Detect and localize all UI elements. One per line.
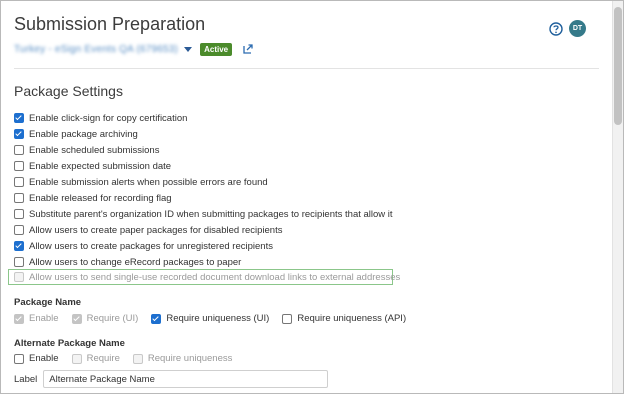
alternate-package-name-options: Enable Require Require uniqueness xyxy=(14,353,245,364)
alternate-enable[interactable]: Enable xyxy=(14,353,59,364)
checkbox[interactable] xyxy=(14,209,24,219)
option-download-links-highlighted: Allow users to send single-use recorded … xyxy=(8,269,400,285)
checkbox[interactable] xyxy=(14,353,24,364)
alternate-label-input[interactable] xyxy=(43,370,329,388)
option-label: Require xyxy=(86,353,120,364)
option-label: Enable xyxy=(29,313,59,324)
option-label: Require uniqueness (API) xyxy=(297,313,407,324)
package-name-options: Enable Require (UI) Require uniqueness (… xyxy=(14,313,419,324)
checkbox-disabled xyxy=(132,353,143,364)
option-package-archiving[interactable]: Enable package archiving xyxy=(14,126,393,142)
share-icon[interactable] xyxy=(242,43,254,55)
vertical-scrollbar[interactable] xyxy=(612,1,623,393)
option-label: Require (UI) xyxy=(86,313,139,324)
option-label: Enable submission alerts when possible e… xyxy=(29,176,268,188)
status-badge: Active xyxy=(200,42,233,56)
checkbox-disabled xyxy=(14,313,24,324)
organization-row: Turkey - eSign Events QA (679653) Active xyxy=(14,42,254,56)
package-name-uniqueness-ui[interactable]: Require uniqueness (UI) xyxy=(151,313,269,324)
checkbox-disabled xyxy=(71,313,82,324)
option-label: Allow users to create packages for unreg… xyxy=(29,240,273,252)
package-name-require-ui: Require (UI) xyxy=(71,313,139,324)
checkbox[interactable] xyxy=(282,313,293,324)
alternate-require: Require xyxy=(71,353,120,364)
option-label: Enable expected submission date xyxy=(29,160,172,172)
chevron-down-icon[interactable] xyxy=(184,46,193,52)
checkbox[interactable] xyxy=(14,225,24,235)
option-label: Require uniqueness (UI) xyxy=(166,313,270,324)
option-label: Require uniqueness xyxy=(147,353,233,364)
option-label: Enable xyxy=(29,353,59,364)
checkbox[interactable] xyxy=(14,193,24,203)
option-paper-packages[interactable]: Allow users to create paper packages for… xyxy=(14,222,393,238)
checkbox-disabled xyxy=(71,353,82,364)
option-scheduled-submissions[interactable]: Enable scheduled submissions xyxy=(14,142,393,158)
option-label: Substitute parent's organization ID when… xyxy=(29,208,393,220)
checkbox[interactable] xyxy=(14,129,24,139)
option-erecord-to-paper[interactable]: Allow users to change eRecord packages t… xyxy=(14,254,393,270)
option-label: Allow users to send single-use recorded … xyxy=(29,271,401,283)
checkbox-disabled xyxy=(14,272,24,282)
option-unregistered-recipients[interactable]: Allow users to create packages for unreg… xyxy=(14,238,393,254)
package-settings-options: Enable click-sign for copy certification… xyxy=(14,110,393,270)
option-expected-date[interactable]: Enable expected submission date xyxy=(14,158,393,174)
avatar[interactable]: DT xyxy=(569,20,586,37)
option-substitute-org-id[interactable]: Substitute parent's organization ID when… xyxy=(14,206,393,222)
package-name-enable: Enable xyxy=(14,313,59,324)
option-click-sign[interactable]: Enable click-sign for copy certification xyxy=(14,110,393,126)
package-settings-title: Package Settings xyxy=(14,83,123,99)
alternate-uniqueness: Require uniqueness xyxy=(132,353,233,364)
divider xyxy=(14,68,599,69)
checkbox[interactable] xyxy=(14,241,24,251)
package-name-uniqueness-api[interactable]: Require uniqueness (API) xyxy=(282,313,406,324)
package-name-title: Package Name xyxy=(14,297,82,308)
option-label: Enable released for recording flag xyxy=(29,192,172,204)
checkbox[interactable] xyxy=(14,177,24,187)
option-submission-alerts[interactable]: Enable submission alerts when possible e… xyxy=(14,174,393,190)
organization-selector[interactable]: Turkey - eSign Events QA (679653) xyxy=(14,44,178,55)
scrollbar-thumb[interactable] xyxy=(614,7,622,125)
option-label: Allow users to change eRecord packages t… xyxy=(29,256,242,268)
checkbox[interactable] xyxy=(14,257,24,267)
option-label: Allow users to create paper packages for… xyxy=(29,224,283,236)
checkbox[interactable] xyxy=(151,313,162,324)
page-title: Submission Preparation xyxy=(14,14,206,34)
checkbox[interactable] xyxy=(14,145,24,155)
field-label: Label xyxy=(14,373,38,385)
option-label: Enable package archiving xyxy=(29,128,138,140)
option-label: Enable click-sign for copy certification xyxy=(29,112,188,124)
option-label: Enable scheduled submissions xyxy=(29,144,160,156)
alternate-label-row: Label xyxy=(14,370,329,388)
help-circle-icon[interactable] xyxy=(549,22,563,36)
option-released-flag[interactable]: Enable released for recording flag xyxy=(14,190,393,206)
alternate-package-name-title: Alternate Package Name xyxy=(14,338,125,349)
window-frame: Submission Preparation Turkey - eSign Ev… xyxy=(0,0,624,394)
checkbox[interactable] xyxy=(14,113,24,123)
main-content: Submission Preparation Turkey - eSign Ev… xyxy=(1,1,613,393)
checkbox[interactable] xyxy=(14,161,24,171)
